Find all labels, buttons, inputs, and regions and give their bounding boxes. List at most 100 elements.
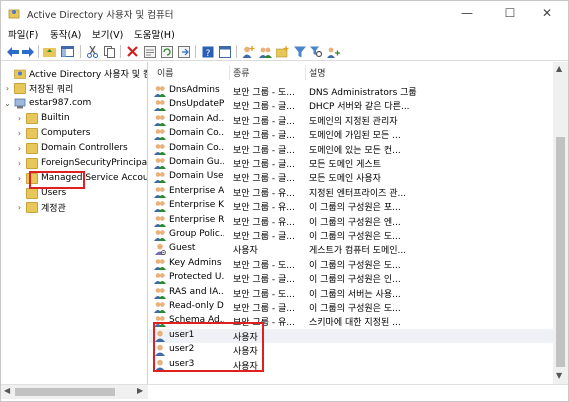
help-button[interactable]: ? <box>200 44 215 59</box>
menu-help[interactable]: 도움말(H) <box>134 27 175 41</box>
console-tree-icon <box>61 46 74 57</box>
cell-name: DnsUpdateP... <box>169 99 224 110</box>
menu-view[interactable]: 보기(V) <box>92 27 123 41</box>
svg-text:?: ? <box>205 49 210 58</box>
list-item[interactable]: Enterprise K... 보안 그룹 - 유... 이 그룹의 구성원은 포.… <box>149 199 553 213</box>
close-icon: ✕ <box>541 6 553 20</box>
collapse-icon[interactable]: ⌄ <box>3 99 12 108</box>
list-item[interactable]: Domain Co... 보안 그룹 - 글... 도메인에 있는 모든 컨... <box>149 142 553 156</box>
menu-file[interactable]: 파일(F) <box>8 27 38 41</box>
group-icon <box>154 215 166 227</box>
list-item[interactable]: Enterprise R... 보안 그룹 - 유... 이 그룹의 구성원은 엔.… <box>149 214 553 228</box>
tree-item-builtin[interactable]: › Builtin <box>15 111 70 125</box>
add-to-group-button[interactable] <box>326 44 341 59</box>
scrollbar-thumb[interactable] <box>556 137 565 367</box>
list-item[interactable]: Domain Ad... 보안 그룹 - 글... 도메인의 지정된 관리자 <box>149 113 553 127</box>
list-item[interactable]: Domain Users 보안 그룹 - 글... 모든 도메인 사용자 <box>149 170 553 184</box>
cell-name: Domain Ad... <box>169 113 224 124</box>
column-header-name[interactable]: 이름 <box>157 66 174 79</box>
help-icon: ? <box>202 46 213 58</box>
copy-button[interactable] <box>102 44 117 59</box>
export-list-button[interactable] <box>176 44 191 59</box>
refresh-icon <box>160 45 173 58</box>
maximize-icon: ☐ <box>504 6 516 20</box>
title-bar: Active Directory 사용자 및 컴퓨터 — ☐ ✕ <box>1 1 568 25</box>
tree-item-foreign-security-principals[interactable]: › ForeignSecurityPrincipal <box>15 156 147 170</box>
back-button[interactable] <box>5 44 20 59</box>
tree-root[interactable]: Active Directory 사용자 및 컴퓨 <box>3 66 148 80</box>
cell-description: 이 그룹의 구성원은 도... <box>309 232 401 242</box>
expand-icon[interactable]: › <box>15 174 24 183</box>
tree-item-computers[interactable]: › Computers <box>15 126 90 140</box>
cell-type: 보안 그룹 - 글... <box>233 174 295 185</box>
cell-type: 보안 그룹 - 유... <box>233 217 295 228</box>
add-user-button[interactable] <box>241 44 256 59</box>
group-icon <box>154 272 166 285</box>
cell-type: 보안 그룹 - 글... <box>233 275 295 286</box>
group-icon <box>154 85 166 97</box>
group-icon <box>154 287 166 299</box>
cell-description: DNS Administrators 그룹 <box>309 88 417 98</box>
forward-button[interactable] <box>20 44 35 59</box>
column-header-description[interactable]: 설명 <box>309 66 326 79</box>
properties-button[interactable] <box>142 44 157 59</box>
vertical-scrollbar[interactable]: ▲ ▼ <box>553 62 568 384</box>
tree-item-domain[interactable]: ⌄ estar987.com <box>3 96 91 110</box>
tree-root-label: Active Directory 사용자 및 컴퓨 <box>29 69 148 80</box>
expand-icon[interactable]: › <box>15 203 24 212</box>
refresh-button[interactable] <box>159 44 174 59</box>
ad-console-icon <box>14 69 26 79</box>
minimize-button[interactable]: — <box>447 1 487 25</box>
app-window: Active Directory 사용자 및 컴퓨터 — ☐ ✕ 파일(F) 동… <box>0 0 569 402</box>
list-item[interactable]: Group Polic... 보안 그룹 - 글... 이 그룹의 구성원은 도..… <box>149 228 553 242</box>
list-item[interactable]: Domain Co... 보안 그룹 - 글... 도메인에 가입된 모든 ... <box>149 127 553 141</box>
console-button[interactable] <box>217 44 232 59</box>
list-item[interactable]: Protected U... 보안 그룹 - 글... 이 그룹의 구성원은 인..… <box>149 271 553 285</box>
tree-item-domain-controllers[interactable]: › Domain Controllers <box>15 141 128 155</box>
add-ou-button[interactable] <box>275 44 290 59</box>
list-item[interactable]: Key Admins 보안 그룹 - 도... 이 그룹의 구성원은 도... <box>149 257 553 271</box>
cell-name: Enterprise K... <box>169 200 224 211</box>
cell-type: 보안 그룹 - 도... <box>233 260 295 271</box>
expand-icon[interactable]: › <box>3 84 12 93</box>
list-item[interactable]: Guest 사용자 게스트가 컴퓨터 도메인... <box>149 242 553 256</box>
list-item[interactable]: Enterprise A... 보안 그룹 - 유... 지정된 엔터프라이즈 관.… <box>149 185 553 199</box>
expand-icon[interactable]: › <box>15 114 24 123</box>
cell-type: 보안 그룹 - 글... <box>233 145 295 156</box>
menu-action[interactable]: 동작(A) <box>50 27 81 41</box>
expand-icon[interactable]: › <box>15 159 24 168</box>
tree-item-ou[interactable]: › 계정관 <box>15 200 66 214</box>
window-title: Active Directory 사용자 및 컴퓨터 <box>27 10 174 21</box>
find-button[interactable] <box>309 44 324 59</box>
cut-button[interactable] <box>85 44 100 59</box>
list-item[interactable]: Domain Gu... 보안 그룹 - 글... 모든 도메인 게스트 <box>149 156 553 170</box>
group-icon <box>154 229 166 241</box>
expand-icon[interactable]: › <box>15 144 24 153</box>
cell-type: 보안 그룹 - 글... <box>233 160 295 170</box>
column-header-type[interactable]: 종류 <box>233 66 250 79</box>
scroll-down-icon[interactable]: ▼ <box>556 371 562 380</box>
console-tree-pane: Active Directory 사용자 및 컴퓨 › 저장된 쿼리 ⌄ est… <box>1 62 148 384</box>
list-item[interactable]: DnsAdmins 보안 그룹 - 도... DNS Administrators … <box>149 84 553 98</box>
cell-type: 보안 그룹 - 도... <box>233 88 295 98</box>
up-folder-button[interactable] <box>42 44 57 59</box>
maximize-button[interactable]: ☐ <box>490 1 530 25</box>
console-tree-button[interactable] <box>60 44 75 59</box>
minimize-icon: — <box>461 6 473 20</box>
cell-name: Enterprise A... <box>169 185 224 196</box>
copy-icon <box>104 45 115 58</box>
add-group-button[interactable] <box>258 44 273 59</box>
list-item[interactable]: Read-only D... 보안 그룹 - 글... 이 그룹의 구성원은 도..… <box>149 300 553 314</box>
list-item[interactable]: RAS and IA... 보안 그룹 - 도... 이 그룹의 서버는 사용... <box>149 286 553 300</box>
forward-arrow-icon <box>21 46 34 57</box>
close-button[interactable]: ✕ <box>527 1 567 25</box>
expand-icon[interactable]: › <box>15 129 24 138</box>
cell-name: Guest <box>169 243 196 254</box>
delete-button[interactable] <box>125 44 140 59</box>
scroll-up-icon[interactable]: ▲ <box>556 64 562 73</box>
console-icon <box>218 45 231 58</box>
folder-icon <box>26 157 38 169</box>
list-item[interactable]: DnsUpdateP... 보안 그룹 - 글... DHCP 서버와 같은 다른.… <box>149 98 553 112</box>
filter-button[interactable] <box>292 44 307 59</box>
tree-item-saved-queries[interactable]: › 저장된 쿼리 <box>3 81 73 95</box>
